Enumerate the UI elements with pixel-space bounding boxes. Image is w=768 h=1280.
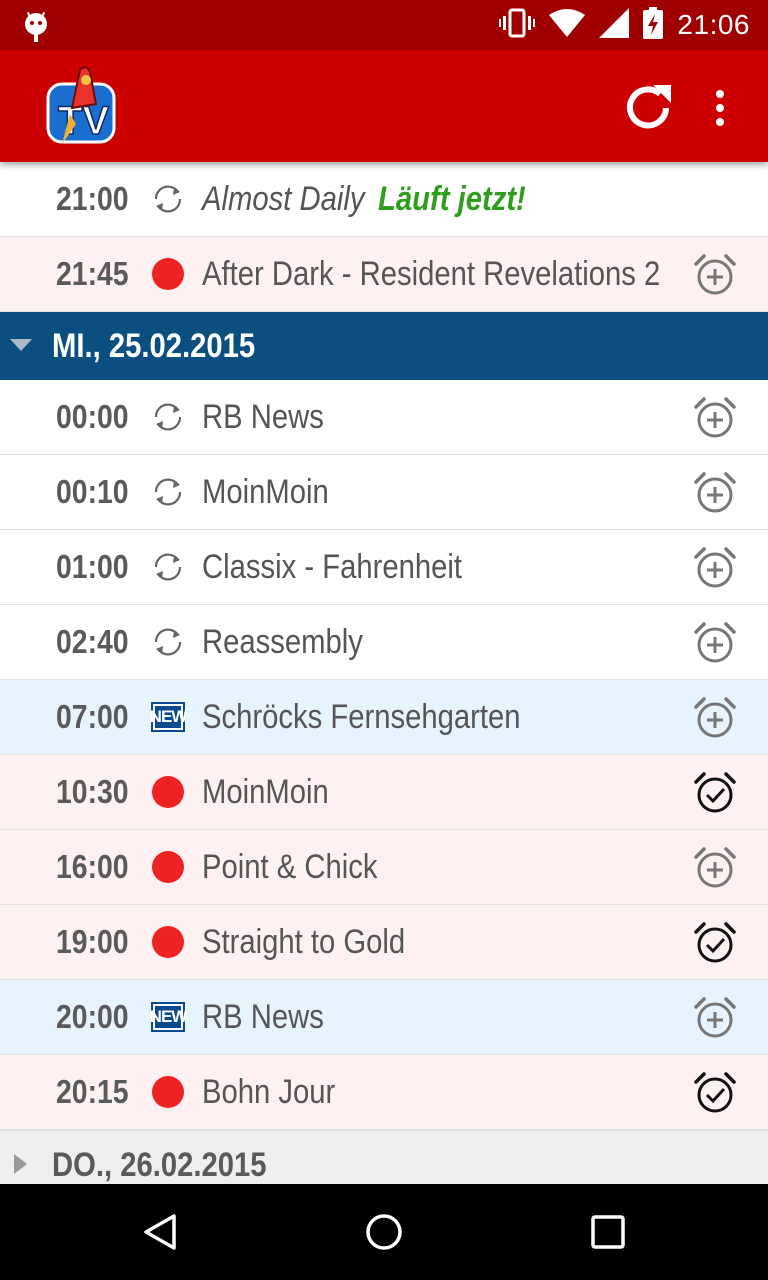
alarm-set-icon[interactable]	[692, 770, 738, 816]
alarm-add-icon[interactable]	[692, 395, 738, 441]
android-icon	[22, 8, 50, 47]
live-now-label: Läuft jetzt!	[378, 180, 526, 218]
program-row[interactable]: 19:00 Straight to Gold	[0, 905, 768, 980]
program-title: Almost Daily	[202, 180, 365, 218]
nav-back-button[interactable]	[130, 1204, 190, 1260]
rocket-beans-tv-logo: TV	[44, 64, 120, 148]
program-row[interactable]: 20:15 Bohn Jour	[0, 1055, 768, 1130]
app-bar: TV	[0, 50, 768, 162]
program-row[interactable]: 02:40 Reassembly	[0, 605, 768, 680]
new-badge-icon: NEW	[150, 701, 187, 733]
overflow-menu-icon	[716, 90, 724, 126]
recents-icon	[591, 1215, 625, 1249]
program-time: 00:00	[56, 398, 129, 435]
caret-right-icon	[14, 1154, 27, 1174]
program-row[interactable]: 16:00 Point & Chick	[0, 830, 768, 905]
program-title: Bohn Jour	[202, 1073, 336, 1111]
alarm-add-icon[interactable]	[692, 252, 738, 298]
navigation-bar	[0, 1184, 768, 1280]
program-row[interactable]: 21:45 After Dark - Resident Revelations …	[0, 237, 768, 312]
program-time: 19:00	[56, 923, 129, 960]
program-title: RB News	[202, 398, 324, 436]
live-dot-icon	[150, 851, 186, 883]
nav-recents-button[interactable]	[578, 1204, 638, 1260]
rerun-icon	[150, 551, 186, 583]
program-row[interactable]: 00:10 MoinMoin	[0, 455, 768, 530]
caret-down-icon	[10, 339, 32, 351]
battery-charging-icon	[643, 6, 664, 44]
alarm-set-icon[interactable]	[692, 920, 738, 966]
vibrate-icon	[499, 8, 536, 43]
program-time: 21:00	[56, 180, 129, 217]
program-row[interactable]: 20:00 NEW RB News	[0, 980, 768, 1055]
program-title: MoinMoin	[202, 473, 329, 511]
program-row[interactable]: 01:00 Classix - Fahrenheit	[0, 530, 768, 605]
day-header-collapsed[interactable]: DO., 26.02.2015	[0, 1130, 768, 1184]
status-bar: 21:06	[0, 0, 768, 50]
refresh-button[interactable]	[616, 78, 680, 138]
day-header-label: MI., 25.02.2015	[52, 327, 256, 365]
program-title: Point & Chick	[202, 848, 378, 886]
live-dot-icon	[150, 258, 186, 290]
new-badge-icon: NEW	[150, 1001, 187, 1033]
program-title: Schröcks Fernsehgarten	[202, 698, 521, 736]
program-row[interactable]: 00:00 RB News	[0, 380, 768, 455]
program-time: 00:10	[56, 473, 129, 510]
alarm-add-icon[interactable]	[692, 845, 738, 891]
status-clock: 21:06	[677, 9, 750, 40]
program-time: 16:00	[56, 848, 129, 885]
program-row[interactable]: 10:30 MoinMoin	[0, 755, 768, 830]
alarm-add-icon[interactable]	[692, 470, 738, 516]
program-time: 21:45	[56, 255, 129, 292]
program-time: 01:00	[56, 548, 129, 585]
schedule-list[interactable]: 21:00 Almost Daily Läuft jetzt! 21:45 Af…	[0, 162, 768, 1184]
program-title: After Dark - Resident Revelations 2	[202, 255, 661, 293]
day-header-expanded[interactable]: MI., 25.02.2015	[0, 312, 768, 380]
live-dot-icon	[150, 776, 186, 808]
live-dot-icon	[150, 1076, 186, 1108]
rerun-icon	[150, 476, 186, 508]
program-time: 07:00	[56, 698, 129, 735]
wifi-icon	[549, 8, 586, 42]
program-time: 20:15	[56, 1073, 129, 1110]
program-title: Straight to Gold	[202, 923, 406, 961]
program-row[interactable]: 07:00 NEW Schröcks Fernsehgarten	[0, 680, 768, 755]
alarm-add-icon[interactable]	[692, 995, 738, 1041]
signal-icon	[599, 7, 630, 43]
program-title: Reassembly	[202, 623, 363, 661]
program-title: RB News	[202, 998, 324, 1036]
back-icon	[144, 1214, 176, 1250]
home-icon	[366, 1214, 402, 1250]
overflow-menu-button[interactable]	[700, 78, 740, 138]
day-header-label: DO., 26.02.2015	[52, 1146, 267, 1184]
alarm-add-icon[interactable]	[692, 695, 738, 741]
rerun-icon	[150, 183, 186, 215]
program-time: 20:00	[56, 998, 129, 1035]
nav-home-button[interactable]	[354, 1204, 414, 1260]
program-time: 10:30	[56, 773, 129, 810]
rerun-icon	[150, 401, 186, 433]
refresh-icon	[627, 85, 671, 129]
program-time: 02:40	[56, 623, 129, 660]
alarm-set-icon[interactable]	[692, 1070, 738, 1116]
live-dot-icon	[150, 926, 186, 958]
alarm-add-icon[interactable]	[692, 620, 738, 666]
rerun-icon	[150, 626, 186, 658]
program-title: MoinMoin	[202, 773, 329, 811]
program-title: Classix - Fahrenheit	[202, 548, 463, 586]
alarm-add-icon[interactable]	[692, 545, 738, 591]
program-row[interactable]: 21:00 Almost Daily Läuft jetzt!	[0, 162, 768, 237]
